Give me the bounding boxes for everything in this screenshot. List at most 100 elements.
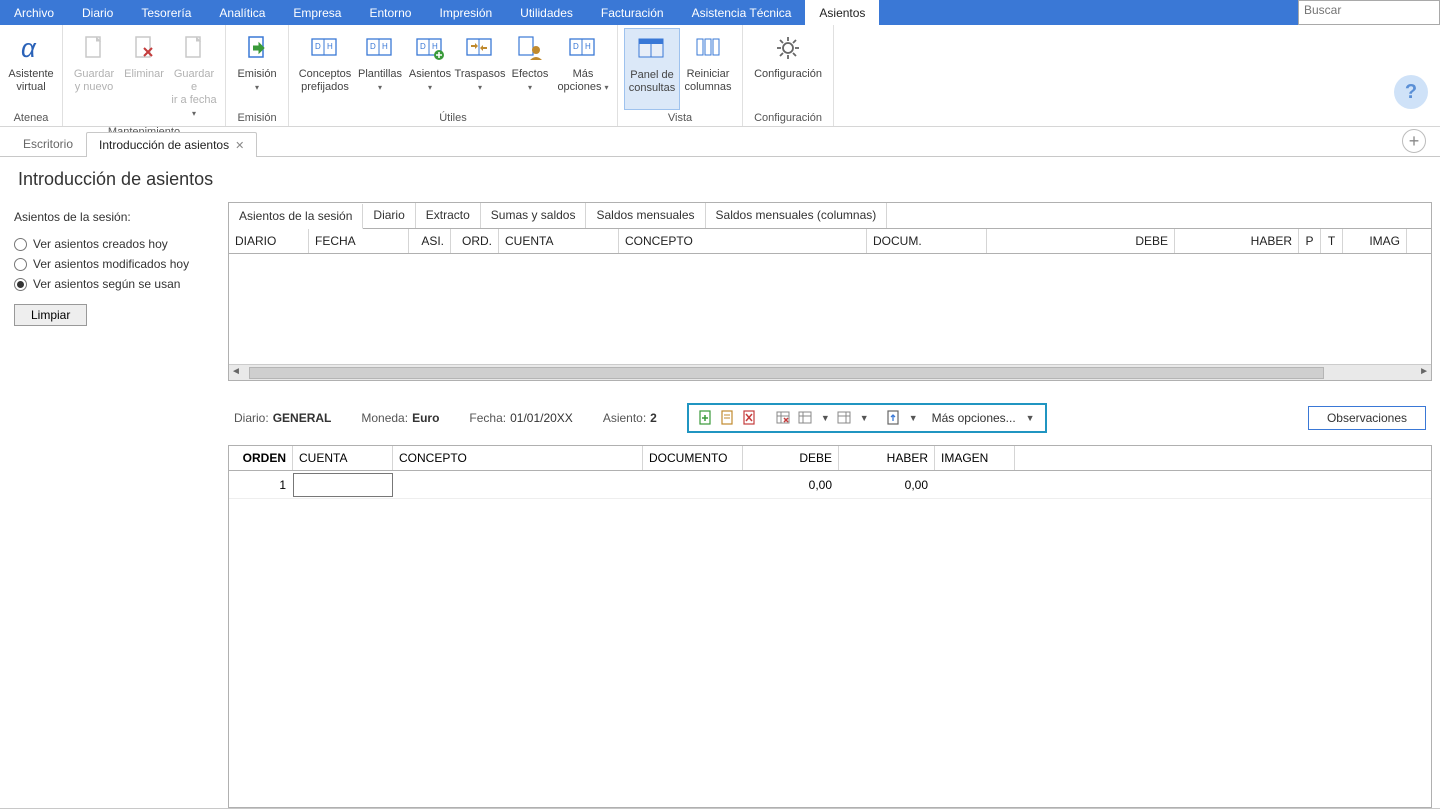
- new-doc-icon[interactable]: [697, 409, 715, 427]
- menu-asientos[interactable]: Asientos: [805, 0, 879, 25]
- entry-col-debe[interactable]: DEBE: [743, 446, 839, 470]
- svg-text:D: D: [315, 42, 321, 51]
- menu-entorno[interactable]: Entorno: [355, 0, 425, 25]
- col-p[interactable]: P: [1299, 229, 1321, 253]
- export-doc-icon[interactable]: [885, 409, 903, 427]
- cell-cuenta[interactable]: [293, 473, 393, 497]
- close-icon[interactable]: ✕: [235, 139, 244, 152]
- page-title: Introducción de asientos: [0, 157, 1440, 202]
- scroll-right-icon[interactable]: ►: [1419, 366, 1429, 377]
- col-ord[interactable]: ORD.: [451, 229, 499, 253]
- entry-row[interactable]: 1 0,000,00: [229, 471, 1431, 499]
- col-cuenta[interactable]: CUENTA: [499, 229, 619, 253]
- dh-icon: DH: [309, 32, 341, 64]
- grid-a-dropdown[interactable]: ▼: [819, 413, 832, 423]
- ribbon-emision[interactable]: Emisión ▾: [232, 28, 282, 110]
- ribbon-asistente-virtual[interactable]: αAsistentevirtual: [6, 28, 56, 110]
- diario-value: GENERAL: [273, 411, 332, 425]
- radio-filter-0[interactable]: Ver asientos creados hoy: [14, 234, 210, 254]
- entry-col-orden[interactable]: ORDEN: [229, 446, 293, 470]
- panel-tab-5[interactable]: Saldos mensuales (columnas): [706, 203, 888, 228]
- entry-toolbar: ▼ ▼ ▼ Más opciones... ▼: [687, 403, 1047, 433]
- menu-anal-tica[interactable]: Analítica: [205, 0, 279, 25]
- menu-tesorer-a[interactable]: Tesorería: [127, 0, 205, 25]
- dh-icon: DH: [364, 32, 396, 64]
- ribbon-reiniciar-cols[interactable]: Reiniciarcolumnas: [680, 28, 736, 110]
- entry-col-haber[interactable]: HABER: [839, 446, 935, 470]
- session-sidebar: Asientos de la sesión: Ver asientos crea…: [0, 202, 224, 808]
- col-diario[interactable]: DIARIO: [229, 229, 309, 253]
- cell-haber: 0,00: [839, 478, 935, 492]
- ribbon-asientos[interactable]: DHAsientos ▾: [405, 28, 455, 110]
- ribbon-mas-opciones[interactable]: DHMásopciones ▾: [555, 28, 611, 110]
- entry-col-documento[interactable]: DOCUMENTO: [643, 446, 743, 470]
- search-input[interactable]: [1299, 1, 1439, 19]
- panel-tab-0[interactable]: Asientos de la sesión: [229, 204, 363, 229]
- scroll-left-icon[interactable]: ◄: [231, 366, 241, 377]
- menu-empresa[interactable]: Empresa: [279, 0, 355, 25]
- svg-text:H: H: [432, 42, 438, 51]
- ribbon: αAsistentevirtualAteneaGuardary nuevoEli…: [0, 25, 1440, 127]
- more-options-button[interactable]: Más opciones...: [924, 411, 1020, 425]
- radio-icon: [14, 278, 27, 291]
- ribbon-group-label: Emisión: [232, 110, 282, 126]
- menu-utilidades[interactable]: Utilidades: [506, 0, 587, 25]
- cell-orden: 1: [229, 478, 293, 492]
- dh-swap-icon: [464, 32, 496, 64]
- diario-label: Diario:: [234, 411, 269, 425]
- svg-text:D: D: [573, 42, 579, 51]
- entry-col-cuenta[interactable]: CUENTA: [293, 446, 393, 470]
- cell-debe: 0,00: [743, 478, 839, 492]
- main-area: Asientos de la sesiónDiarioExtractoSumas…: [224, 202, 1440, 808]
- menu-facturaci-n[interactable]: Facturación: [587, 0, 678, 25]
- help-icon[interactable]: ?: [1394, 75, 1428, 109]
- grid-delete-icon[interactable]: [775, 409, 793, 427]
- ribbon-plantillas[interactable]: DHPlantillas ▾: [355, 28, 405, 110]
- export-dropdown[interactable]: ▼: [907, 413, 920, 423]
- radio-filter-1[interactable]: Ver asientos modificados hoy: [14, 254, 210, 274]
- entry-col-concepto[interactable]: CONCEPTO: [393, 446, 643, 470]
- asiento-value: 2: [650, 411, 657, 425]
- col-docum[interactable]: DOCUM.: [867, 229, 987, 253]
- clear-button[interactable]: Limpiar: [14, 304, 87, 326]
- grid-b-dropdown[interactable]: ▼: [858, 413, 871, 423]
- ribbon-conceptos[interactable]: DHConceptosprefijados: [295, 28, 355, 110]
- col-t[interactable]: T: [1321, 229, 1343, 253]
- delete-doc-icon[interactable]: [741, 409, 759, 427]
- col-asi[interactable]: ASI.: [409, 229, 451, 253]
- panel-tab-3[interactable]: Sumas y saldos: [481, 203, 587, 228]
- observations-button[interactable]: Observaciones: [1308, 406, 1426, 430]
- doc-tab-introducci-n-de-asientos[interactable]: Introducción de asientos✕: [86, 132, 257, 157]
- entry-info-bar: Diario: GENERAL Moneda: Euro Fecha: 01/0…: [228, 391, 1432, 445]
- entry-col-imagen[interactable]: IMAGEN: [935, 446, 1015, 470]
- col-concepto[interactable]: CONCEPTO: [619, 229, 867, 253]
- col-fecha[interactable]: FECHA: [309, 229, 409, 253]
- add-document-button[interactable]: +: [1402, 129, 1426, 153]
- col-haber[interactable]: HABER: [1175, 229, 1299, 253]
- person-icon: [514, 32, 546, 64]
- edit-doc-icon[interactable]: [719, 409, 737, 427]
- panel-tab-1[interactable]: Diario: [363, 203, 415, 228]
- ribbon-configuracion[interactable]: Configuración: [749, 28, 827, 110]
- ribbon-panel-consultas[interactable]: Panel deconsultas: [624, 28, 680, 110]
- svg-text:H: H: [382, 42, 388, 51]
- panel-tab-4[interactable]: Saldos mensuales: [586, 203, 705, 228]
- menu-diario[interactable]: Diario: [68, 0, 127, 25]
- ribbon-traspasos[interactable]: Traspasos ▾: [455, 28, 505, 110]
- col-debe[interactable]: DEBE: [987, 229, 1175, 253]
- menu-asistencia-t-cnica[interactable]: Asistencia Técnica: [678, 0, 806, 25]
- panel-tab-2[interactable]: Extracto: [416, 203, 481, 228]
- menu-archivo[interactable]: Archivo: [0, 0, 68, 25]
- upper-grid-scrollbar[interactable]: ◄ ►: [229, 364, 1431, 380]
- svg-text:D: D: [420, 42, 426, 51]
- doc-tab-escritorio[interactable]: Escritorio: [10, 131, 86, 156]
- grid-b-icon[interactable]: [836, 409, 854, 427]
- menu-impresi-n[interactable]: Impresión: [425, 0, 506, 25]
- ribbon-efectos[interactable]: Efectos ▾: [505, 28, 555, 110]
- consultation-panel: Asientos de la sesiónDiarioExtractoSumas…: [228, 202, 1432, 381]
- grid-a-icon[interactable]: [797, 409, 815, 427]
- scroll-thumb[interactable]: [249, 367, 1324, 379]
- radio-filter-2[interactable]: Ver asientos según se usan: [14, 274, 210, 294]
- more-options-dropdown[interactable]: ▼: [1024, 413, 1037, 423]
- col-imag[interactable]: IMAG: [1343, 229, 1407, 253]
